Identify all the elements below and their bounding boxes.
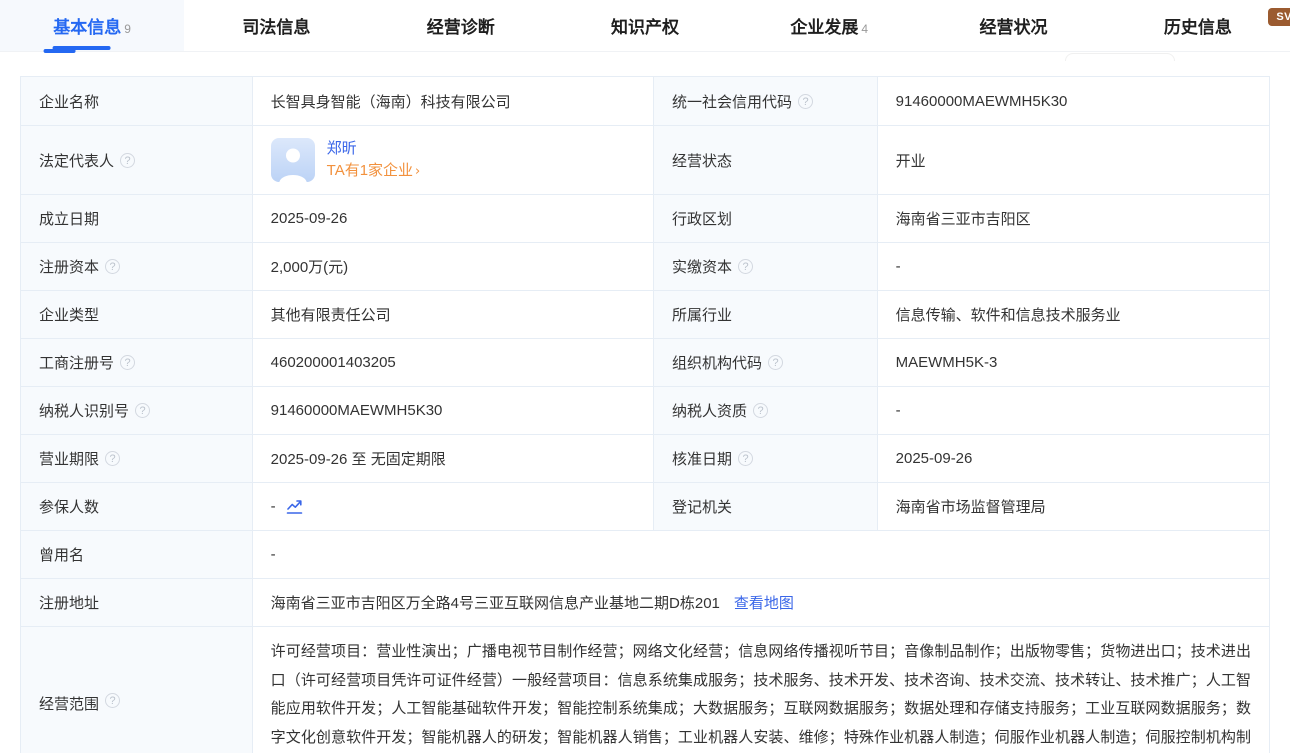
table-row: 参保人数 - 登记机关 海南省市场监督管理局 [21,483,1269,531]
field-value-reg-address: 海南省三亚市吉阳区万全路4号三亚互联网信息产业基地二期D栋201 查看地图 [253,579,1269,626]
table-row: 法定代表人 ? [21,126,1269,195]
field-label-business-scope: 经营范围 ? [21,627,253,753]
field-value-biz-status: 开业 [878,126,1269,194]
table-row: 曾用名 - [21,531,1269,579]
tab-label: 知识产权 [611,13,679,38]
tab-label: 企业发展 [790,13,858,38]
field-value-reg-no: 460200001403205 [253,339,654,386]
field-label-insured-staff: 参保人数 [21,483,253,530]
field-label-credit-code: 统一社会信用代码 ? [654,77,878,125]
help-icon[interactable]: ? [120,355,135,370]
field-value-credit-code: 91460000MAEWMH5K30 [878,77,1269,125]
view-map-link[interactable]: 查看地图 [734,592,794,613]
field-label-reg-no: 工商注册号 ? [21,339,253,386]
person-avatar-icon[interactable] [271,138,315,182]
help-icon[interactable]: ? [738,451,753,466]
help-icon[interactable]: ? [105,451,120,466]
field-value-est-date: 2025-09-26 [253,195,654,242]
field-label-industry: 所属行业 [654,291,878,338]
field-value-registry-authority: 海南省市场监督管理局 [878,483,1269,530]
floating-widget-top [1065,53,1175,61]
field-label-company-name: 企业名称 [21,77,253,125]
tab-judicial-info[interactable]: 司法信息 [184,0,368,51]
help-icon[interactable]: ? [135,403,150,418]
field-value-business-term: 2025-09-26 至 无固定期限 [253,435,654,482]
tab-operating-status[interactable]: 经营状况 [921,0,1105,51]
chevron-right-icon: › [415,164,420,179]
tab-count: 4 [861,22,868,36]
field-value-company-name: 长智具身智能（海南）科技有限公司 [253,77,654,125]
field-label-est-date: 成立日期 [21,195,253,242]
field-value-business-scope: 许可经营项目：营业性演出；广播电视节目制作经营；网络文化经营；信息网络传播视听节… [253,627,1269,753]
field-value-legal-rep: 郑昕 TA有1家企业› [253,126,654,194]
table-row: 工商注册号 ? 460200001403205 组织机构代码 ? MAEWMH5… [21,339,1269,387]
tab-history-info[interactable]: 历史信息 [1106,0,1290,51]
field-label-taxpayer-qualification: 纳税人资质 ? [654,387,878,434]
table-row: 成立日期 2025-09-26 行政区划 海南省三亚市吉阳区 [21,195,1269,243]
help-icon[interactable]: ? [753,403,768,418]
field-value-industry: 信息传输、软件和信息技术服务业 [878,291,1269,338]
table-row: 企业名称 长智具身智能（海南）科技有限公司 统一社会信用代码 ? 9146000… [21,77,1269,126]
tab-label: 经营状况 [980,13,1048,38]
field-label-org-code: 组织机构代码 ? [654,339,878,386]
tab-enterprise-development[interactable]: 企业发展 4 [737,0,921,51]
field-label-approval-date: 核准日期 ? [654,435,878,482]
basic-info-table: 企业名称 长智具身智能（海南）科技有限公司 统一社会信用代码 ? 9146000… [20,76,1270,753]
help-icon[interactable]: ? [768,355,783,370]
active-tab-underline [53,46,111,50]
tab-label: 基本信息 [53,13,121,38]
sv-badge[interactable]: SV [1268,8,1290,26]
tab-label: 司法信息 [242,13,310,38]
table-row: 营业期限 ? 2025-09-26 至 无固定期限 核准日期 ? 2025-09… [21,435,1269,483]
table-row: 纳税人识别号 ? 91460000MAEWMH5K30 纳税人资质 ? - [21,387,1269,435]
tab-label: 经营诊断 [427,13,495,38]
field-label-reg-capital: 注册资本 ? [21,243,253,290]
section-tabbar: 基本信息 9 司法信息 经营诊断 知识产权 企业发展 4 经营状况 历史信息 S… [0,0,1290,52]
field-value-former-name: - [253,531,1269,578]
table-row: 企业类型 其他有限责任公司 所属行业 信息传输、软件和信息技术服务业 [21,291,1269,339]
field-value-admin-division: 海南省三亚市吉阳区 [878,195,1269,242]
tab-count: 9 [124,22,131,36]
help-icon[interactable]: ? [120,153,135,168]
field-label-former-name: 曾用名 [21,531,253,578]
field-value-reg-capital: 2,000万(元) [253,243,654,290]
related-companies-link[interactable]: TA有1家企业› [327,160,421,183]
table-row: 注册地址 海南省三亚市吉阳区万全路4号三亚互联网信息产业基地二期D栋201 查看… [21,579,1269,627]
field-value-paid-capital: - [878,243,1269,290]
help-icon[interactable]: ? [105,693,120,708]
field-label-reg-address: 注册地址 [21,579,253,626]
table-row: 经营范围 ? 许可经营项目：营业性演出；广播电视节目制作经营；网络文化经营；信息… [21,627,1269,753]
legal-rep-name-link[interactable]: 郑昕 [327,138,421,160]
field-label-biz-status: 经营状态 [654,126,878,194]
tab-business-diagnosis[interactable]: 经营诊断 [369,0,553,51]
line-chart-icon[interactable] [286,498,303,515]
field-label-taxpayer-id: 纳税人识别号 ? [21,387,253,434]
field-label-paid-capital: 实缴资本 ? [654,243,878,290]
field-label-legal-rep: 法定代表人 ? [21,126,253,194]
field-label-registry-authority: 登记机关 [654,483,878,530]
field-value-approval-date: 2025-09-26 [878,435,1269,482]
field-label-business-term: 营业期限 ? [21,435,253,482]
tab-basic-info[interactable]: 基本信息 9 [0,0,184,51]
field-value-insured-staff: - [253,483,654,530]
help-icon[interactable]: ? [738,259,753,274]
field-label-company-type: 企业类型 [21,291,253,338]
tab-label: 历史信息 [1164,13,1232,38]
table-row: 注册资本 ? 2,000万(元) 实缴资本 ? - [21,243,1269,291]
field-value-taxpayer-id: 91460000MAEWMH5K30 [253,387,654,434]
help-icon[interactable]: ? [798,94,813,109]
field-value-taxpayer-qualification: - [878,387,1269,434]
tab-intellectual-property[interactable]: 知识产权 [553,0,737,51]
field-label-admin-division: 行政区划 [654,195,878,242]
field-value-org-code: MAEWMH5K-3 [878,339,1269,386]
help-icon[interactable]: ? [105,259,120,274]
field-value-company-type: 其他有限责任公司 [253,291,654,338]
